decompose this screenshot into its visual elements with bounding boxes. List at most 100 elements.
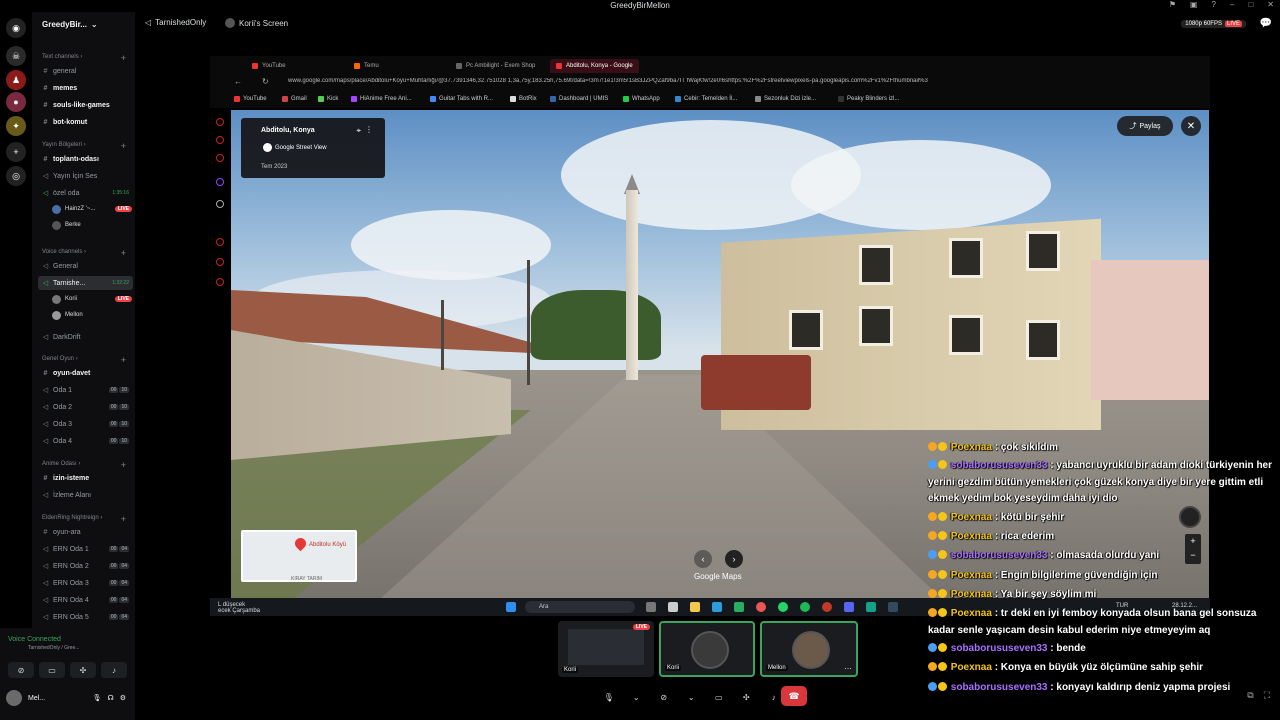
channel-izleme[interactable]: ◁ İzleme Alanı [38, 488, 133, 502]
channel-ozel[interactable]: ◁ özel oda 1:35:16 [38, 186, 133, 200]
soundboard-icon[interactable]: ♪ [765, 688, 783, 706]
place-info-card[interactable]: Abditolu, Konya ⌖ ⋮ Google Street View T… [241, 118, 385, 178]
channel-ern4[interactable]: ◁ ERN Oda 4 00 04 [38, 593, 133, 607]
disconnect-button[interactable]: ☎ [781, 686, 807, 706]
category-text[interactable]: Text channels › + [42, 53, 132, 63]
voice-user-hainz[interactable]: HainzZ '~... LIVE [52, 203, 132, 215]
maximize-icon[interactable]: □ [1248, 0, 1253, 9]
help-icon[interactable]: ? [1212, 0, 1216, 9]
whatsapp-icon[interactable] [778, 602, 788, 612]
bookmark-umis[interactable]: Dashboard | UMIS [550, 96, 608, 102]
tab-temu[interactable]: Temu [348, 59, 385, 73]
channel-yayin-icin[interactable]: ◁ Yayın İçin Ses [38, 169, 133, 183]
guild-header[interactable]: GreedyBir... ⌄ [32, 12, 135, 36]
category-yayin[interactable]: Yayın Bölgeleri › + [42, 141, 132, 151]
camera-off-icon[interactable]: ⊘ [8, 662, 34, 678]
bookmark-youtube[interactable]: YouTube [234, 96, 267, 102]
task-view-icon[interactable] [646, 602, 656, 612]
server-icon-4[interactable]: ✦ [6, 116, 26, 136]
tab-youtube[interactable]: YouTube [246, 59, 292, 73]
participant-tile-mellon[interactable]: Mellon … [760, 621, 858, 677]
participant-tile-korii[interactable]: Korii [659, 621, 755, 677]
channel-oda1[interactable]: ◁ Oda 1 00 10 [38, 383, 133, 397]
app-icon[interactable] [866, 602, 876, 612]
bookmark-hianime[interactable]: HiAnime Free Ani... [351, 96, 412, 102]
channel-toplanti[interactable]: # toplantı-odası [38, 152, 133, 166]
user-area[interactable]: Mel... 🎙 ☊ ⚙ [6, 686, 134, 710]
server-icon-1[interactable]: ☠ [6, 46, 26, 66]
voice-user-korii[interactable]: Korii LIVE [52, 293, 132, 305]
channel-oyun-davet[interactable]: # oyun-davet [38, 366, 133, 380]
inbox-icon[interactable]: ⚑ [1169, 0, 1176, 9]
more-vert-icon[interactable]: ⋮ [365, 125, 373, 134]
share-button[interactable]: ⤴ Paylaş [1117, 116, 1173, 136]
bookmark-peaky[interactable]: Peaky Blinders izl... [838, 96, 899, 102]
category-anime[interactable]: Anime Odası › + [42, 460, 132, 470]
discord-home-icon[interactable]: ◉ [6, 18, 26, 38]
server-icon-3[interactable]: ● [6, 92, 26, 112]
activities-icon[interactable]: ✣ [738, 688, 756, 706]
soundboard-icon[interactable]: ♪ [101, 662, 127, 678]
explorer-icon[interactable] [690, 602, 700, 612]
chrome-icon[interactable] [756, 602, 766, 612]
tab-ambilight[interactable]: Pc Ambilight - Exem Shop [450, 59, 541, 73]
channel-ern2[interactable]: ◁ ERN Oda 2 00 04 [38, 559, 133, 573]
steam-icon[interactable] [888, 602, 898, 612]
chat-bubble-icon[interactable]: 💬 [1260, 18, 1272, 29]
next-arrow-icon[interactable]: › [725, 550, 743, 568]
voice-channel-label[interactable]: TarnishedOnly / Gree... [28, 645, 79, 651]
pin-icon[interactable]: ⌖ [356, 126, 361, 136]
popout-icon[interactable]: ⧉ [1247, 690, 1253, 701]
channel-ern5[interactable]: ◁ ERN Oda 5 00 04 [38, 610, 133, 624]
category-genel-oyun[interactable]: Genel Oyun › + [42, 355, 132, 365]
channel-memes[interactable]: # memes [38, 81, 133, 95]
headphones-icon[interactable]: ☊ [108, 694, 114, 702]
store-icon[interactable] [668, 602, 678, 612]
windows-start-icon[interactable] [506, 602, 516, 612]
more-icon[interactable]: … [844, 662, 852, 671]
weather-widget[interactable]: L düşecek ecek Çarşamba [218, 602, 260, 614]
add-server-icon[interactable]: + [6, 142, 26, 162]
category-voice[interactable]: Voice channels › + [42, 248, 132, 258]
tab-google-maps[interactable]: Abditolu, Konya - Google [550, 59, 639, 73]
screen-icon[interactable]: ▣ [1190, 0, 1198, 9]
edge-icon[interactable] [712, 602, 722, 612]
taskbar-search[interactable]: Ara [525, 601, 635, 613]
xbox-icon[interactable] [734, 602, 744, 612]
channel-general[interactable]: # general [38, 64, 133, 78]
category-eldenring[interactable]: EldenRing Nightreign › + [42, 514, 132, 524]
bookmark-whatsapp[interactable]: WhatsApp [623, 96, 660, 102]
channel-v-general[interactable]: ◁ General [38, 259, 133, 273]
close-icon[interactable]: ✕ [1181, 116, 1201, 136]
channel-ern1[interactable]: ◁ ERN Oda 1 00 04 [38, 542, 133, 556]
channel-ern3[interactable]: ◁ ERN Oda 3 00 04 [38, 576, 133, 590]
bookmark-guitar[interactable]: Guitar Tabs with R... [430, 96, 493, 102]
channel-izin[interactable]: # izin-isteme [38, 471, 133, 485]
stream-channel[interactable]: ◁ TarnishedOnly [145, 18, 206, 27]
chevron-down-icon[interactable]: ⌄ [683, 688, 701, 706]
fullscreen-icon[interactable]: ⛶ [1264, 690, 1270, 701]
server-icon-2[interactable]: ♟ [6, 70, 26, 90]
bookmark-kick[interactable]: Kick [318, 96, 338, 102]
discover-icon[interactable]: ◎ [6, 166, 26, 186]
spotify-icon[interactable] [800, 602, 810, 612]
screen-share-icon[interactable]: ▭ [39, 662, 65, 678]
camera-off-icon[interactable]: ⊘ [655, 688, 673, 706]
prev-arrow-icon[interactable]: ‹ [694, 550, 712, 568]
voice-user-mellon[interactable]: Mellon [52, 309, 132, 321]
url-bar[interactable]: ← ↻ www.google.com/maps/place/Abditolu+K… [210, 74, 1210, 92]
close-window-icon[interactable]: ✕ [1267, 0, 1274, 9]
channel-souls[interactable]: # souls-like-games [38, 98, 133, 112]
channel-oda2[interactable]: ◁ Oda 2 00 10 [38, 400, 133, 414]
channel-botkomut[interactable]: # bot-komut [38, 115, 133, 129]
minimize-icon[interactable]: – [1230, 0, 1234, 9]
opera-icon[interactable] [822, 602, 832, 612]
screen-share-icon[interactable]: ▭ [710, 688, 728, 706]
avatar[interactable] [6, 690, 22, 706]
bookmark-botrix[interactable]: BotRix [510, 96, 537, 102]
bookmark-gmail[interactable]: Gmail [282, 96, 307, 102]
voice-user-berke[interactable]: Berke [52, 219, 132, 231]
activities-icon[interactable]: ✣ [70, 662, 96, 678]
participant-tile-korii-stream[interactable]: LIVE Korii [558, 621, 654, 677]
bookmark-dizi[interactable]: Sezonluk Dizi izle... [755, 96, 816, 102]
